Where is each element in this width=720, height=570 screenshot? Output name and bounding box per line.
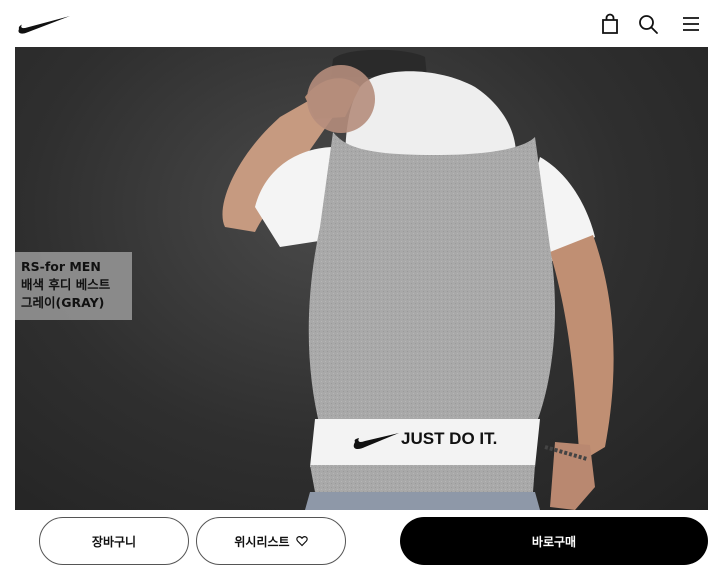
wishlist-button-label: 위시리스트 bbox=[234, 534, 290, 549]
swoosh-icon bbox=[18, 16, 70, 34]
nike-logo[interactable] bbox=[16, 12, 72, 36]
caption-line-3: 그레이(GRAY) bbox=[21, 295, 105, 310]
caption-line-2: 배색 후디 베스트 bbox=[21, 277, 111, 292]
buy-now-button-label: 바로구매 bbox=[531, 534, 577, 549]
product-caption: RS-for MEN 배색 후디 베스트 그레이(GRAY) bbox=[15, 252, 132, 320]
wishlist-button[interactable]: 위시리스트 bbox=[196, 517, 346, 565]
bag-icon[interactable] bbox=[599, 13, 621, 35]
caption-line-1: RS-for MEN bbox=[21, 259, 101, 274]
search-icon[interactable] bbox=[637, 13, 659, 35]
hem-print-text: JUST DO IT. bbox=[401, 429, 497, 448]
menu-icon[interactable] bbox=[680, 13, 702, 35]
buy-now-button[interactable]: 바로구매 bbox=[400, 517, 708, 565]
top-header bbox=[0, 0, 720, 47]
cart-button-label: 장바구니 bbox=[91, 534, 137, 549]
cart-button[interactable]: 장바구니 bbox=[39, 517, 189, 565]
bottom-action-bar: 장바구니 위시리스트 바로구매 bbox=[0, 510, 720, 570]
heart-icon bbox=[295, 535, 308, 547]
